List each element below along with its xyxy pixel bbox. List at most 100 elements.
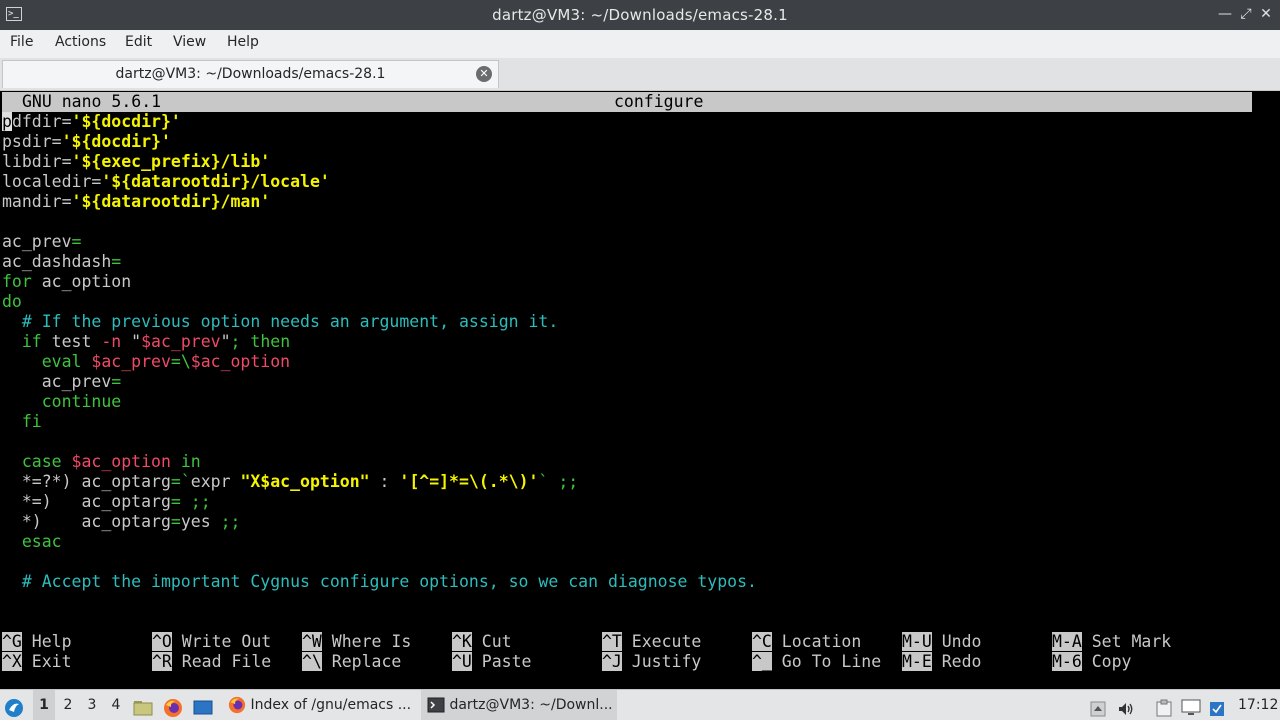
taskbar: 1 2 3 4 Index of /gnu/emacs ... dartz@VM… <box>0 689 1280 720</box>
code-line[interactable]: libdir='${exec_prefix}/lib' <box>2 152 270 172</box>
tab-bar: dartz@VM3: ~/Downloads/emacs-28.1 ✕ <box>0 58 1280 91</box>
volume-button[interactable] <box>1117 690 1137 720</box>
code-line[interactable]: mandir='${datarootdir}/man' <box>2 192 270 212</box>
maximize-button[interactable]: ⤢ <box>1237 5 1255 23</box>
code-line[interactable]: if test -n "$ac_prev"; then <box>2 332 290 352</box>
code-line[interactable]: fi <box>2 412 42 432</box>
code-line[interactable]: ac_prev= <box>2 372 121 392</box>
lubuntu-logo-icon <box>5 698 23 717</box>
shortcut-item: ^C Location <box>752 632 861 652</box>
code-line[interactable]: localedir='${datarootdir}/locale' <box>2 172 330 192</box>
code-token: *=?*) ac_optarg <box>2 472 171 491</box>
code-line[interactable]: case $ac_option in <box>2 452 201 472</box>
clipboard-icon <box>1156 699 1172 717</box>
shortcut-key: ^_ <box>752 652 772 671</box>
start-menu-button[interactable] <box>4 690 28 720</box>
display-button[interactable] <box>1181 690 1203 720</box>
code-line[interactable]: pdfdir='${docdir}' <box>2 112 181 132</box>
clock[interactable]: 17:12 <box>1238 690 1278 720</box>
shortcut-key: ^R <box>152 652 172 671</box>
shortcut-key: M-U <box>902 632 932 651</box>
desktop-2-button[interactable]: 2 <box>57 690 79 720</box>
code-line[interactable]: # If the previous option needs an argume… <box>2 312 558 332</box>
shortcut-label: Replace <box>321 652 402 671</box>
nano-version: GNU nano 5.6.1 <box>22 92 162 111</box>
code-token: dfdir= <box>11 112 72 131</box>
desktop-3-button[interactable]: 3 <box>81 690 103 720</box>
task-label: Index of /gnu/emacs ... <box>250 697 412 713</box>
shortcut-label: Where Is <box>321 632 412 651</box>
terminal-icon <box>427 697 445 713</box>
shortcut-key: ^T <box>602 632 622 651</box>
code-token: '${exec_prefix}/lib' <box>71 152 271 171</box>
menu-edit[interactable]: Edit <box>125 34 152 50</box>
shortcut-item: ^T Execute <box>602 632 701 652</box>
desktop-launcher[interactable] <box>193 690 215 720</box>
code-token: '${datarootdir}/man' <box>71 192 271 211</box>
shortcut-key: ^O <box>152 632 172 651</box>
shortcut-item: ^J Justify <box>602 652 701 672</box>
file-manager-launcher[interactable] <box>133 690 155 720</box>
volume-icon <box>1119 702 1133 715</box>
code-line[interactable]: for ac_option <box>2 272 131 292</box>
menu-file[interactable]: File <box>10 34 33 50</box>
shortcut-label: Exit <box>21 652 72 671</box>
firefox-launcher[interactable] <box>163 690 185 720</box>
shortcut-label: Location <box>771 632 862 651</box>
tray-up-icon <box>1090 701 1106 716</box>
shortcut-label: Go To Line <box>771 652 882 671</box>
code-token: ac_option <box>31 272 132 291</box>
code-token: ac_prev <box>2 372 112 391</box>
code-token: psdir= <box>2 132 62 151</box>
code-token: yes <box>180 512 221 531</box>
shortcut-key: M-6 <box>1052 652 1082 671</box>
code-token: " <box>220 332 231 351</box>
close-window-button[interactable]: ✕ <box>1257 5 1275 23</box>
code-line[interactable]: continue <box>2 392 121 412</box>
minimize-button[interactable]: — <box>1216 5 1234 23</box>
terminal-view[interactable]: GNU nano 5.6.1 configure pdfdir='${docdi… <box>0 91 1280 689</box>
terminal-tab[interactable]: dartz@VM3: ~/Downloads/emacs-28.1 ✕ <box>2 60 499 88</box>
code-token: continue <box>2 392 122 411</box>
code-line[interactable]: psdir='${docdir}' <box>2 132 171 152</box>
taskbar-task-firefox[interactable]: Index of /gnu/emacs ... <box>222 690 418 720</box>
menu-help[interactable]: Help <box>227 34 259 50</box>
code-line[interactable]: *) ac_optarg=yes ;; <box>2 512 241 532</box>
shortcut-label: Write Out <box>171 632 272 651</box>
desktop-1-button[interactable]: 1 <box>33 690 55 720</box>
code-token: = <box>111 252 122 271</box>
desktop-4-button[interactable]: 4 <box>105 690 127 720</box>
tab-close-icon[interactable]: ✕ <box>476 66 492 82</box>
nano-filename: configure <box>614 92 704 111</box>
shortcut-item: ^U Paste <box>452 652 531 672</box>
shortcut-item: ^X Exit <box>2 652 72 672</box>
code-line[interactable]: ac_dashdash= <box>2 252 121 272</box>
code-line[interactable]: eval $ac_prev=\$ac_option <box>2 352 290 372</box>
shortcut-key: ^C <box>752 632 772 651</box>
code-token: test <box>41 332 102 351</box>
code-token: $ac_option <box>71 452 171 471</box>
code-token: mandir= <box>2 192 72 211</box>
code-line[interactable]: *=?*) ac_optarg=`expr "X$ac_option" : '[… <box>2 472 578 492</box>
code-line[interactable]: # Accept the important Cygnus configure … <box>2 572 757 592</box>
taskbar-task-terminal[interactable]: dartz@VM3: ~/Downl... <box>421 690 617 720</box>
shortcut-key: ^\ <box>302 652 322 671</box>
shortcut-key: M-A <box>1052 632 1082 651</box>
code-token: esac <box>2 532 62 551</box>
code-token: fi <box>2 412 42 431</box>
code-line[interactable]: do <box>2 292 22 312</box>
menu-view[interactable]: View <box>173 34 206 50</box>
shortcut-key: ^K <box>452 632 472 651</box>
network-button[interactable] <box>1209 690 1229 720</box>
tray-expand-button[interactable] <box>1090 690 1110 720</box>
code-token: in <box>170 452 201 471</box>
code-line[interactable]: ac_prev= <box>2 232 81 252</box>
code-line[interactable]: *=) ac_optarg= ;; <box>2 492 211 512</box>
clipboard-button[interactable] <box>1156 690 1176 720</box>
shortcut-label: Read File <box>171 652 272 671</box>
code-token: # Accept the important Cygnus configure … <box>2 572 757 591</box>
window-title: dartz@VM3: ~/Downloads/emacs-28.1 <box>492 6 788 24</box>
code-line[interactable]: esac <box>2 532 62 552</box>
menu-actions[interactable]: Actions <box>55 34 106 50</box>
